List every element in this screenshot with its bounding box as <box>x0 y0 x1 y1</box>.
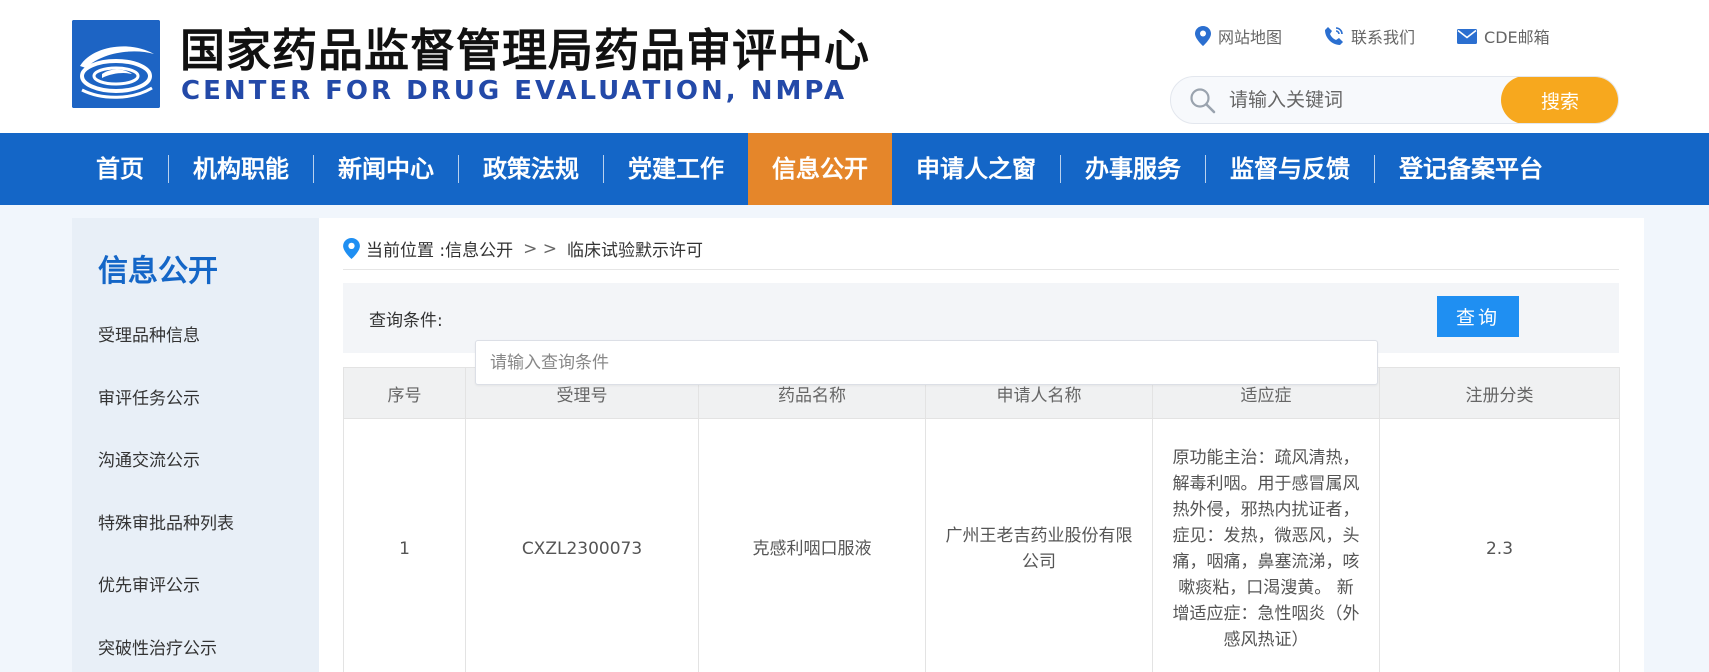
cell-acceptance-no: CXZL2300073 <box>465 418 699 672</box>
nav-item-home[interactable]: 首页 <box>72 133 168 205</box>
sidebar-item-special-approval[interactable]: 特殊审批品种列表 <box>98 509 234 572</box>
main-nav: 首页 机构职能 新闻中心 政策法规 党建工作 信息公开 申请人之窗 办事服务 监… <box>0 133 1709 205</box>
site-header: 国家药品监督管理局药品审评中心 CENTER FOR DRUG EVALUATI… <box>0 0 1709 133</box>
contact-link[interactable]: 联系我们 <box>1324 24 1415 48</box>
sidebar-item-breakthrough-therapy[interactable]: 突破性治疗公示 <box>98 634 234 672</box>
sidebar-title: 信息公开 <box>98 254 218 289</box>
cell-indication: 原功能主治：疏风清热，解毒利咽。用于感冒属风热外侵，邪热内扰证者，症见：发热，微… <box>1152 418 1380 672</box>
nav-item-policy[interactable]: 政策法规 <box>459 133 603 205</box>
location-pin-icon <box>343 238 360 259</box>
sitemap-label: 网站地图 <box>1218 28 1283 47</box>
query-button[interactable]: 查询 <box>1437 296 1519 337</box>
map-pin-icon <box>1195 26 1211 46</box>
query-label: 查询条件: <box>369 311 443 331</box>
cell-drug-name: 克感利咽口服液 <box>698 418 926 672</box>
table-row[interactable]: 1 CXZL2300073 克感利咽口服液 广州王老吉药业股份有限公司 原功能主… <box>343 418 1620 672</box>
breadcrumb-separator: > > <box>523 238 558 259</box>
results-table: 序号 受理号 药品名称 申请人名称 适应症 注册分类 1 CXZL2300073… <box>343 367 1620 672</box>
column-header-index: 序号 <box>343 367 466 419</box>
nav-item-feedback[interactable]: 监督与反馈 <box>1206 133 1374 205</box>
column-header-category: 注册分类 <box>1379 367 1620 419</box>
search-button[interactable]: 搜索 <box>1501 77 1618 123</box>
breadcrumb-current: 临床试验默示许可 <box>567 241 704 261</box>
cell-index: 1 <box>343 418 466 672</box>
cell-category: 2.3 <box>1379 418 1620 672</box>
sidebar-item-priority-review[interactable]: 优先审评公示 <box>98 571 234 634</box>
nav-item-functions[interactable]: 机构职能 <box>169 133 313 205</box>
search-icon <box>1190 88 1216 114</box>
sidebar-item-communication[interactable]: 沟通交流公示 <box>98 446 234 509</box>
breadcrumb: 当前位置 : 信息公开 > > 临床试验默示许可 <box>343 236 703 261</box>
search-input[interactable] <box>1229 83 1489 117</box>
site-subtitle: CENTER FOR DRUG EVALUATION, NMPA <box>181 76 848 106</box>
nav-item-news[interactable]: 新闻中心 <box>314 133 458 205</box>
logo-icon[interactable] <box>72 20 160 108</box>
nav-item-registration[interactable]: 登记备案平台 <box>1375 133 1567 205</box>
top-links: 网站地图 联系我们 CDE邮箱 <box>1195 24 1550 48</box>
contact-label: 联系我们 <box>1351 28 1416 47</box>
main-content: 当前位置 : 信息公开 > > 临床试验默示许可 查询条件: 查询 序号 受理号… <box>319 218 1644 672</box>
mailbox-label: CDE邮箱 <box>1484 28 1550 47</box>
sidebar-item-accepted-varieties[interactable]: 受理品种信息 <box>98 321 234 384</box>
mail-icon <box>1457 28 1478 44</box>
mailbox-link[interactable]: CDE邮箱 <box>1457 24 1550 48</box>
breadcrumb-prefix: 当前位置 : <box>366 241 446 261</box>
breadcrumb-divider <box>343 269 1619 270</box>
sidebar-list: 受理品种信息 审评任务公示 沟通交流公示 特殊审批品种列表 优先审评公示 突破性… <box>98 321 234 672</box>
sidebar-item-review-tasks[interactable]: 审评任务公示 <box>98 384 234 447</box>
nav-item-services[interactable]: 办事服务 <box>1061 133 1205 205</box>
nav-item-party[interactable]: 党建工作 <box>604 133 748 205</box>
cell-applicant: 广州王老吉药业股份有限公司 <box>925 418 1153 672</box>
sitemap-link[interactable]: 网站地图 <box>1195 24 1282 48</box>
query-input[interactable] <box>475 340 1378 385</box>
phone-icon <box>1325 27 1344 45</box>
nav-item-info-disclosure[interactable]: 信息公开 <box>748 133 892 205</box>
breadcrumb-section[interactable]: 信息公开 <box>445 236 513 261</box>
site-search: 搜索 <box>1170 76 1619 124</box>
sidebar: 信息公开 受理品种信息 审评任务公示 沟通交流公示 特殊审批品种列表 优先审评公… <box>72 218 319 672</box>
nav-item-applicant[interactable]: 申请人之窗 <box>892 133 1060 205</box>
site-title: 国家药品监督管理局药品审评中心 <box>180 24 871 77</box>
